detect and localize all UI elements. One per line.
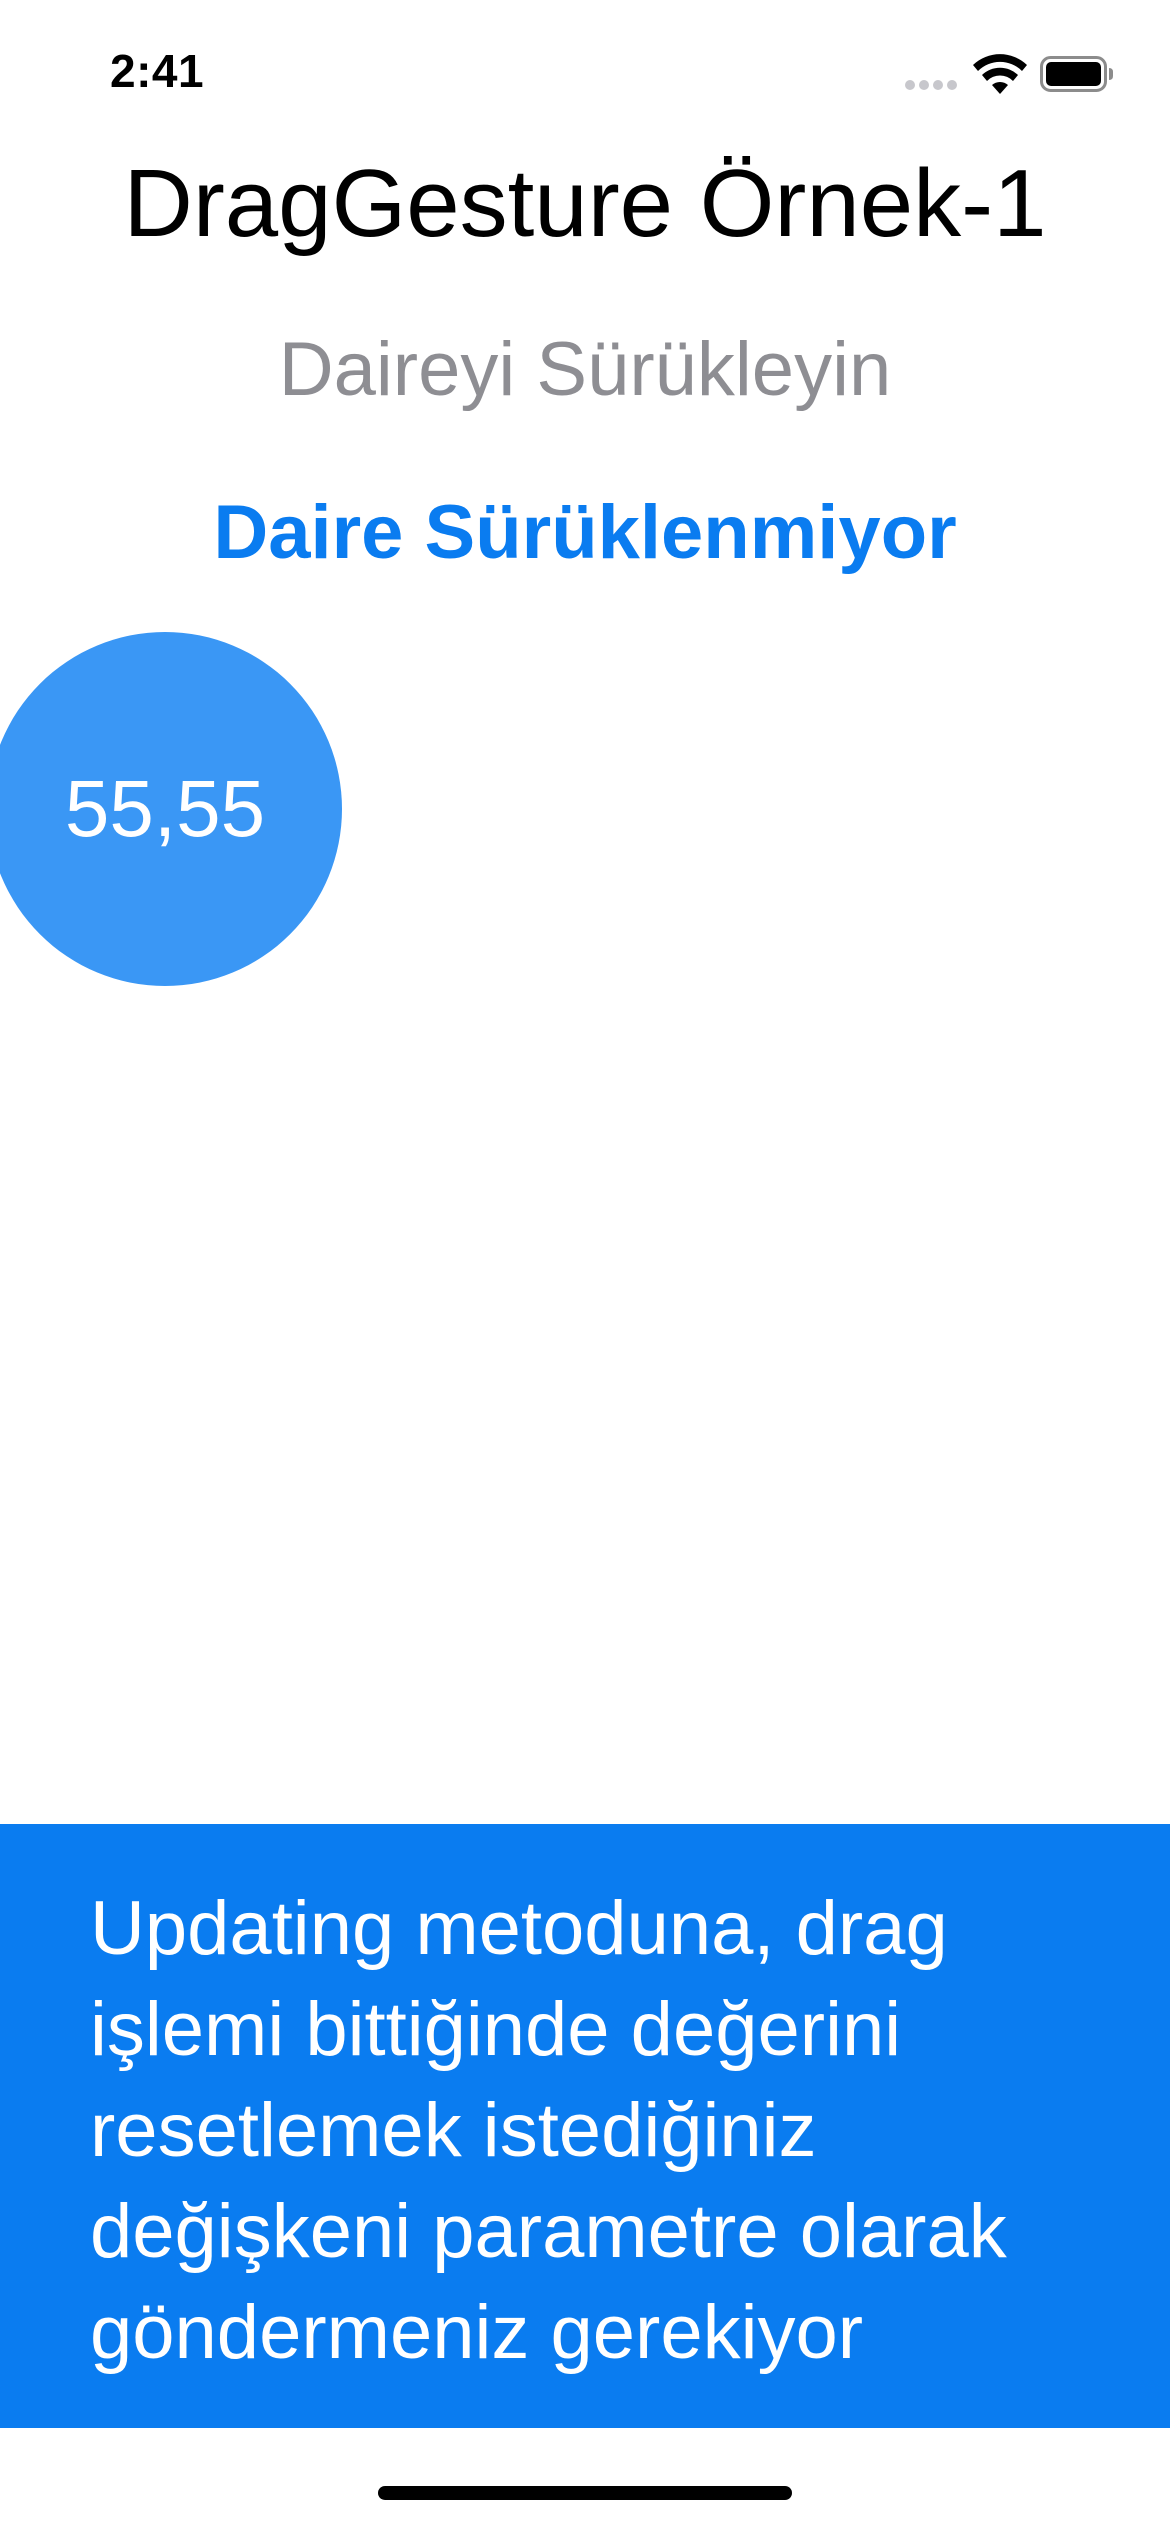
info-text: Updating metoduna, drag işlemi bittiğind… [90,1886,1007,2375]
info-panel: Updating metoduna, drag işlemi bittiğind… [0,1824,1170,2428]
subtitle: Daireyi Sürükleyin [278,327,892,412]
drag-status-label: Daire Sürüklenmiyor [213,490,957,575]
battery-icon [1040,56,1113,92]
wifi-icon [973,54,1027,94]
app-screen: 2:41 DragGesture Örnek-1 Daireyi Sürükle… [0,0,1170,2532]
home-indicator[interactable] [378,2486,792,2500]
status-time: 2:41 [110,45,205,97]
cellular-signal-icon [905,80,957,92]
circle-position-label: 55,55 [64,764,266,853]
status-bar: 2:41 [0,0,1170,140]
draggable-circle[interactable]: 55,55 [0,632,342,986]
page-title: DragGesture Örnek-1 [123,150,1047,257]
